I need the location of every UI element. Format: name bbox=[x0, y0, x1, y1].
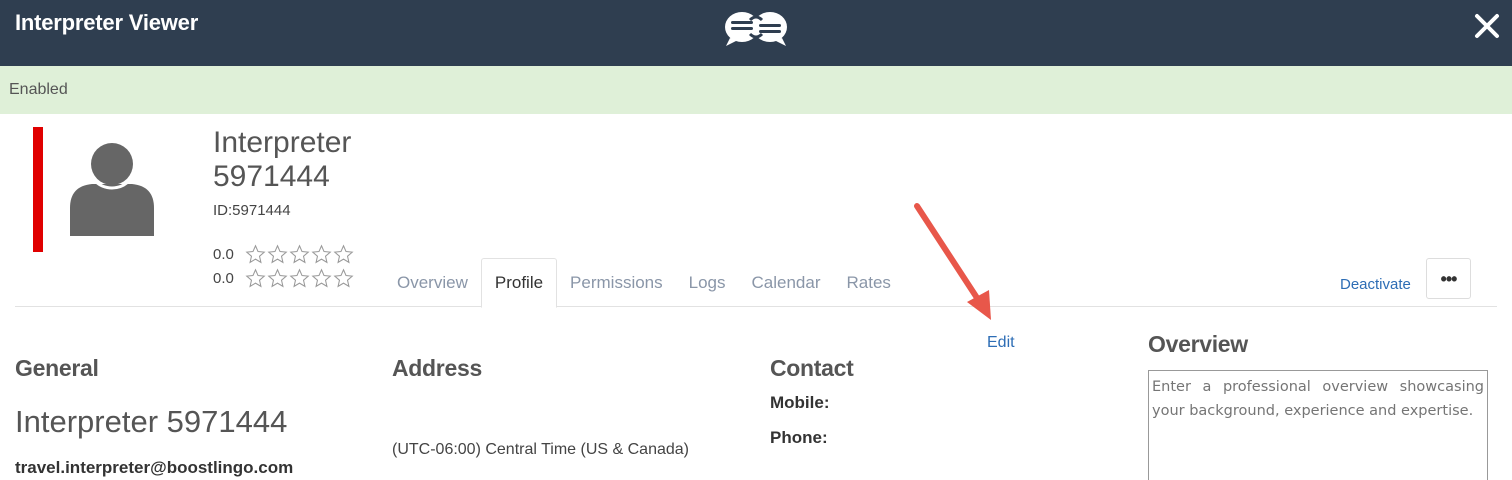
chat-bubbles-logo-icon bbox=[725, 12, 787, 46]
star-outline-icon bbox=[311, 244, 332, 264]
tab-overview[interactable]: Overview bbox=[384, 258, 481, 307]
edit-link[interactable]: Edit bbox=[987, 334, 1015, 352]
interpreter-name-line1: Interpreter bbox=[213, 126, 352, 159]
general-full-name: Interpreter 5971444 bbox=[15, 404, 288, 439]
star-outline-icon bbox=[289, 268, 310, 288]
contact-heading: Contact bbox=[770, 355, 854, 381]
star-outline-icon bbox=[267, 268, 288, 288]
interpreter-id: ID:5971444 bbox=[213, 202, 291, 219]
star-outline-icon bbox=[289, 244, 310, 264]
close-icon[interactable] bbox=[1473, 12, 1501, 40]
status-text: Enabled bbox=[9, 81, 68, 98]
tab-logs[interactable]: Logs bbox=[676, 258, 739, 307]
tab-profile[interactable]: Profile bbox=[480, 258, 558, 308]
general-heading: General bbox=[15, 355, 99, 381]
address-heading: Address bbox=[392, 355, 482, 381]
star-outline-icon bbox=[311, 268, 332, 288]
rating-value: 0.0 bbox=[213, 246, 234, 263]
rating-value: 0.0 bbox=[213, 270, 234, 287]
phone-label: Phone: bbox=[770, 428, 828, 447]
overview-heading: Overview bbox=[1148, 331, 1248, 357]
id-value: 5971444 bbox=[232, 202, 291, 219]
star-outline-icon bbox=[245, 244, 266, 264]
status-indicator-bar bbox=[33, 127, 43, 252]
star-outline-icon bbox=[245, 268, 266, 288]
star-rating bbox=[245, 268, 354, 289]
interpreter-name: Interpreter 5971444 bbox=[213, 126, 351, 194]
status-banner: Enabled bbox=[0, 66, 1512, 114]
more-options-button[interactable]: ••• bbox=[1426, 258, 1471, 299]
rating-row: 0.0 bbox=[213, 268, 354, 289]
top-bar: Interpreter Viewer bbox=[0, 0, 1512, 66]
window-title: Interpreter Viewer bbox=[15, 10, 199, 35]
star-outline-icon bbox=[333, 268, 354, 288]
ellipsis-icon: ••• bbox=[1440, 268, 1458, 289]
star-outline-icon bbox=[267, 244, 288, 264]
tab-rates[interactable]: Rates bbox=[834, 258, 904, 307]
overview-textarea[interactable] bbox=[1148, 370, 1488, 480]
deactivate-button[interactable]: Deactivate bbox=[1340, 276, 1411, 293]
tab-permissions[interactable]: Permissions bbox=[557, 258, 676, 307]
tab-bar: Overview Profile Permissions Logs Calend… bbox=[384, 258, 904, 308]
interpreter-name-line2: 5971444 bbox=[213, 160, 330, 193]
star-rating bbox=[245, 244, 354, 265]
general-email: travel.interpreter@boostlingo.com bbox=[15, 458, 294, 477]
tab-calendar[interactable]: Calendar bbox=[739, 258, 834, 307]
annotation-arrow-icon bbox=[914, 203, 991, 320]
star-outline-icon bbox=[333, 244, 354, 264]
user-avatar-icon bbox=[70, 142, 154, 236]
address-timezone: (UTC-06:00) Central Time (US & Canada) bbox=[392, 441, 689, 458]
mobile-label: Mobile: bbox=[770, 393, 830, 412]
id-label: ID: bbox=[213, 202, 233, 219]
rating-row: 0.0 bbox=[213, 244, 354, 265]
